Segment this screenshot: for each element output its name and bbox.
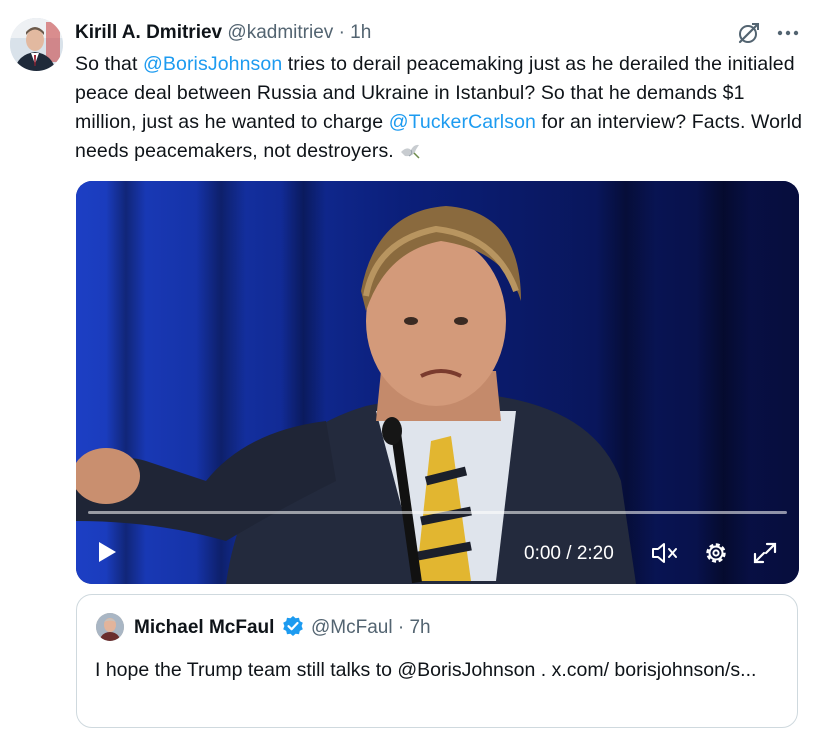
video-time-readout: 0:00 / 2:20 bbox=[524, 543, 614, 564]
more-icon[interactable] bbox=[774, 20, 802, 46]
settings-icon[interactable] bbox=[703, 540, 729, 566]
author-handle[interactable]: @kadmitriev bbox=[227, 22, 333, 43]
mention-link[interactable]: @TuckerCarlson bbox=[389, 111, 536, 133]
dove-icon bbox=[399, 140, 421, 159]
tweet-text: So that @BorisJohnson tries to derail pe… bbox=[75, 50, 810, 166]
quoted-header: Michael McFaul @McFaul · 7h bbox=[134, 615, 431, 641]
quoted-author-avatar[interactable] bbox=[96, 613, 124, 641]
text-part: So that bbox=[75, 53, 144, 75]
play-icon[interactable] bbox=[94, 539, 120, 565]
quoted-author-handle[interactable]: @McFaul bbox=[311, 617, 393, 638]
quoted-author-name[interactable]: Michael McFaul bbox=[134, 617, 274, 638]
verified-icon bbox=[282, 615, 304, 637]
separator-dot: · bbox=[397, 617, 405, 638]
author-avatar[interactable] bbox=[10, 18, 63, 71]
separator-dot: · bbox=[338, 22, 345, 43]
quoted-text: I hope the Trump team still talks to @Bo… bbox=[95, 659, 757, 681]
mute-icon[interactable] bbox=[650, 540, 680, 566]
fullscreen-icon[interactable] bbox=[751, 540, 779, 566]
video-progress-bar[interactable] bbox=[88, 511, 787, 514]
mention-link[interactable]: @BorisJohnson bbox=[143, 53, 282, 75]
quoted-time[interactable]: 7h bbox=[409, 617, 430, 638]
author-name[interactable]: Kirill A. Dmitriev bbox=[75, 22, 222, 43]
tweet-time[interactable]: 1h bbox=[350, 22, 371, 43]
grok-icon[interactable] bbox=[736, 20, 762, 46]
video-frame bbox=[76, 181, 799, 584]
tweet-header: Kirill A. Dmitriev @kadmitriev · 1h bbox=[75, 20, 815, 48]
header-actions bbox=[736, 20, 806, 46]
quoted-tweet[interactable]: Michael McFaul @McFaul · 7h I hope the T… bbox=[76, 594, 798, 728]
video-player[interactable]: 0:00 / 2:20 bbox=[76, 181, 799, 584]
